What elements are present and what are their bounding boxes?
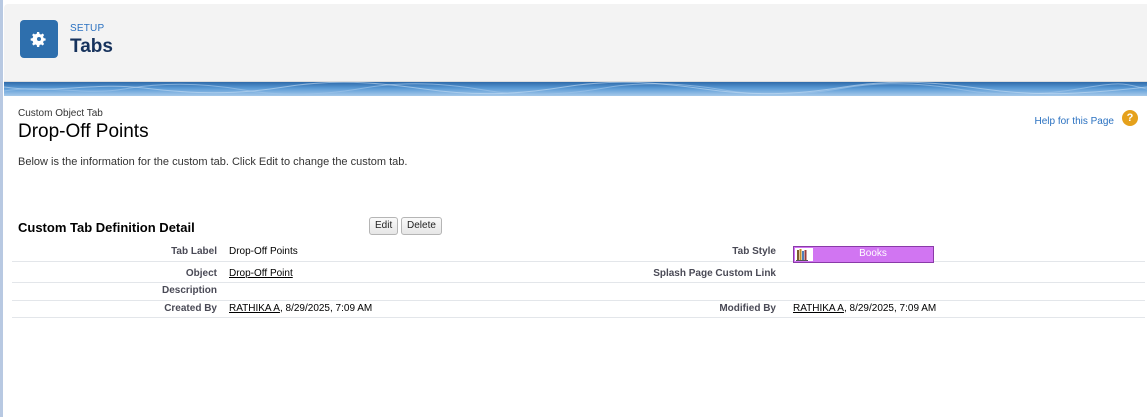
tab-style-value: Books [859,248,887,259]
tab-label-value: Drop-Off Points [229,246,298,257]
gear-icon [20,20,58,58]
description-label: Description [161,285,217,296]
setup-section-label: SETUP [70,23,105,34]
edit-button[interactable]: Edit [369,217,399,235]
window-left-edge [0,0,3,417]
tab-style-swatch: Books [793,246,934,263]
help-link[interactable]: Help for this Page [1035,116,1115,127]
intro-text: Below is the information for the custom … [18,156,408,168]
created-by-user-link[interactable]: RATHIKA A [229,303,280,314]
object-label: Object [185,268,217,279]
modified-by-value: RATHIKA A, 8/29/2025, 7:09 AM [793,303,936,314]
detail-row-tab-label: Tab Label Drop-Off Points Tab Style [12,244,1145,262]
modified-by-user-link[interactable]: RATHIKA A [793,303,844,314]
books-icon [795,248,813,261]
splash-page-label: Splash Page Custom Link [653,268,776,279]
delete-button[interactable]: Delete [401,217,442,235]
detail-row-object: Object Drop-Off Point Splash Page Custom… [12,265,1145,283]
page-subtitle: Custom Object Tab [18,108,103,119]
created-by-value: RATHIKA A, 8/29/2025, 7:09 AM [229,303,372,314]
header-decorative-band [4,82,1147,96]
tab-style-label: Tab Style [732,246,776,257]
object-title: Drop-Off Points [18,121,149,142]
detail-section-heading: Custom Tab Definition Detail [18,220,195,235]
tab-label-label: Tab Label [171,246,217,257]
object-link[interactable]: Drop-Off Point [229,268,293,279]
detail-row-created-by: Created By RATHIKA A, 8/29/2025, 7:09 AM… [12,300,1145,318]
modified-by-date: , 8/29/2025, 7:09 AM [843,303,937,314]
modified-by-label: Modified By [719,303,776,314]
detail-row-description: Description [12,283,1145,301]
page-title: Tabs [70,36,113,57]
help-question-icon[interactable]: ? [1122,110,1138,126]
created-by-label: Created By [164,303,217,314]
setup-header: SETUP Tabs [4,4,1147,82]
created-by-date: , 8/29/2025, 7:09 AM [279,303,373,314]
